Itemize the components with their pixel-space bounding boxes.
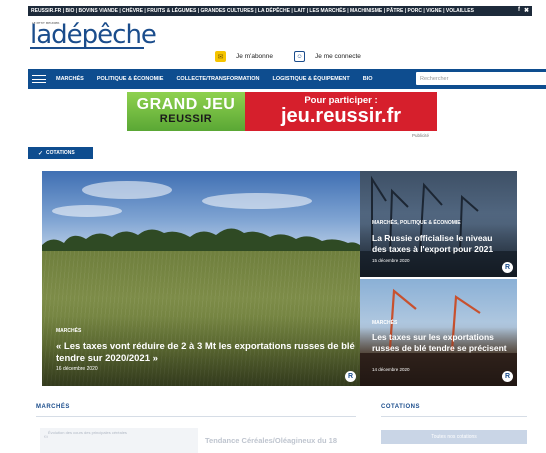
subscribe-icon[interactable]: ✉ <box>215 51 226 62</box>
article-thumbnail[interactable]: Évolution des cours des principales céré… <box>40 428 198 453</box>
side-article-1[interactable]: MARCHÉS, POLITIQUE & ÉCONOMIE La Russie … <box>360 171 517 277</box>
thumbnail-unit: €/t <box>44 435 48 439</box>
facebook-icon[interactable]: f <box>518 7 520 14</box>
card-date: 15 décembre 2020 <box>372 258 410 263</box>
all-cotations-button[interactable]: Toutes nos cotations <box>381 430 527 444</box>
thumbnail-caption: Évolution des cours des principales céré… <box>48 430 127 435</box>
reussir-badge-icon: R <box>502 371 513 382</box>
card-date: 14 décembre 2020 <box>372 367 410 372</box>
section-divider <box>36 416 356 417</box>
cloud <box>82 181 172 199</box>
login-icon[interactable]: ☺ <box>294 51 306 62</box>
hero-article[interactable]: MARCHÉS « Les taxes vont réduire de 2 à … <box>42 171 360 386</box>
site-logo[interactable]: LE PETIT MEUNIER ladépêche <box>30 20 157 50</box>
reussir-badge-icon: R <box>345 371 356 382</box>
login-link[interactable]: Je me connecte <box>315 53 361 60</box>
top-links[interactable]: REUSSIR.FR | BIO | BOVINS VIANDE | CHÈVR… <box>31 8 474 14</box>
subscribe-link[interactable]: Je m'abonne <box>236 53 273 60</box>
check-icon: ✓ <box>38 150 44 157</box>
article-title[interactable]: Tendance Céréales/Oléagineux du 18 <box>205 436 337 445</box>
twitter-icon[interactable]: ✖ <box>524 7 529 14</box>
banner-headline: GRAND JEU <box>136 96 236 114</box>
nav-item-marches[interactable]: MARCHÉS <box>56 76 84 82</box>
hero-category[interactable]: MARCHÉS <box>56 328 81 334</box>
cotations-tab-label: COTATIONS <box>46 150 75 156</box>
banner-left: GRAND JEU REUSSIR <box>127 92 245 131</box>
nav-item-bio[interactable]: BIO <box>363 76 373 82</box>
main-nav: MARCHÉS POLITIQUE & ÉCONOMIE COLLECTE/TR… <box>28 69 546 89</box>
cotations-tab[interactable]: ✓ COTATIONS <box>28 147 93 159</box>
nav-item-politique-economie[interactable]: POLITIQUE & ÉCONOMIE <box>97 76 164 82</box>
social-links: f ✖ <box>518 7 529 14</box>
section-divider <box>381 416 527 417</box>
banner-url: jeu.reussir.fr <box>280 105 402 128</box>
search-placeholder: Rechercher <box>420 75 449 82</box>
nav-item-logistique-equipement[interactable]: LOGISTIQUE & ÉQUIPEMENT <box>272 76 349 82</box>
ad-banner[interactable]: GRAND JEU REUSSIR Pour participer : jeu.… <box>127 92 437 131</box>
card-category[interactable]: MARCHÉS <box>372 320 397 326</box>
hero-title[interactable]: « Les taxes vont réduire de 2 à 3 Mt les… <box>56 341 356 365</box>
section-title-marches[interactable]: MARCHÉS <box>36 404 70 410</box>
hero-date: 16 décembre 2020 <box>56 366 98 372</box>
section-title-cotations[interactable]: COTATIONS <box>381 404 420 410</box>
ad-label: Publicité <box>412 133 430 138</box>
banner-cta: Pour participer : <box>304 94 378 106</box>
logo-underline <box>30 47 144 49</box>
top-links-bar: REUSSIR.FR | BIO | BOVINS VIANDE | CHÈVR… <box>28 6 532 16</box>
card-title[interactable]: La Russie officialise le niveau des taxe… <box>372 233 507 254</box>
banner-brand: REUSSIR <box>159 113 213 126</box>
nav-item-collecte-transformation[interactable]: COLLECTE/TRANSFORMATION <box>176 76 259 82</box>
card-category[interactable]: MARCHÉS, POLITIQUE & ÉCONOMIE <box>372 220 461 226</box>
header-actions: ✉ Je m'abonne ☺ Je me connecte <box>215 51 361 62</box>
cloud <box>52 205 122 217</box>
reussir-badge-icon: R <box>502 262 513 273</box>
card-title[interactable]: Les taxes sur les exportations russes de… <box>372 332 507 353</box>
nav-items: MARCHÉS POLITIQUE & ÉCONOMIE COLLECTE/TR… <box>56 76 373 82</box>
menu-icon[interactable] <box>32 75 46 83</box>
search-input[interactable]: Rechercher ⌕ <box>416 72 546 85</box>
logo-kicker: LE PETIT MEUNIER <box>32 21 60 25</box>
cloud <box>202 193 312 209</box>
banner-right: Pour participer : jeu.reussir.fr <box>245 92 437 131</box>
side-article-2[interactable]: MARCHÉS Les taxes sur les exportations r… <box>360 279 517 386</box>
